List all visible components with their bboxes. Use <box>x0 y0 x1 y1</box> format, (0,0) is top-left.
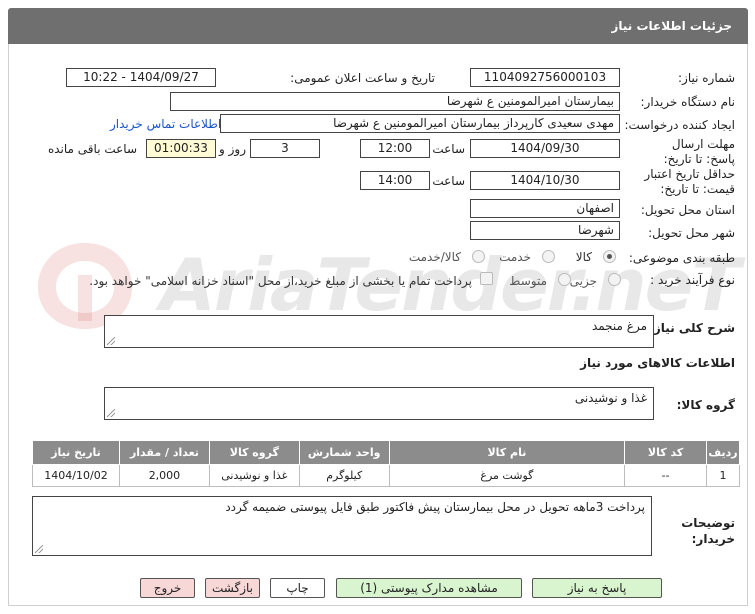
remaining-time-field: 01:00:33 <box>146 139 216 158</box>
col-header-group: گروه کالا <box>208 440 300 465</box>
validity-date-field: 1404/10/30 <box>470 171 620 190</box>
cell-need-date: 1404/10/02 <box>31 464 121 487</box>
buyer-org-field: بیمارستان امیرالمومنین ع شهرضا <box>170 92 620 111</box>
treasury-note: پرداخت تمام یا بخشی از مبلغ خرید،از محل … <box>89 274 472 288</box>
deadline-label: مهلت ارسال پاسخ: تا تاریخ: <box>663 137 735 166</box>
reply-button[interactable]: پاسخ به نیاز <box>532 578 662 598</box>
process-option-minor: جزیی <box>569 274 597 288</box>
goods-group-label: گروه کالا: <box>676 398 735 412</box>
city-label: شهر محل تحویل: <box>648 226 735 240</box>
goods-table: ردیف کد کالا نام کالا واحد شمارش گروه کا… <box>31 440 740 487</box>
category-radio-goods-service[interactable] <box>472 250 485 263</box>
col-header-name: نام کالا <box>388 440 626 465</box>
resize-handle-icon[interactable] <box>35 545 43 553</box>
page-title: جزئیات اطلاعات نیاز <box>611 19 732 33</box>
process-label: نوع فرآیند خرید : <box>650 273 735 287</box>
back-button[interactable]: بازگشت <box>205 578 260 598</box>
treasury-checkbox[interactable] <box>480 272 493 285</box>
category-option-goods-service: کالا/خدمت <box>408 250 461 264</box>
category-label: طبقه بندی موضوعی: <box>628 251 735 265</box>
cell-group: غذا و نوشیدنی <box>208 464 300 487</box>
creator-label: ایجاد کننده درخواست: <box>624 118 735 132</box>
creator-field: مهدی سعیدی کارپرداز بیمارستان امیرالمومن… <box>220 114 620 133</box>
table-header-row: ردیف کد کالا نام کالا واحد شمارش گروه کا… <box>31 440 740 465</box>
goods-group-textarea: غذا و نوشیدنی <box>104 387 654 420</box>
validity-label: حداقل تاریخ اعتبار قیمت: تا تاریخ: <box>644 167 735 196</box>
summary-label: شرح کلی نیاز: <box>649 321 735 335</box>
buyer-org-label: نام دستگاه خریدار: <box>640 95 736 109</box>
province-field: اصفهان <box>470 199 620 218</box>
days-field: 3 <box>250 139 320 158</box>
resize-handle-icon[interactable] <box>107 409 115 417</box>
deadline-date-field: 1404/09/30 <box>470 139 620 158</box>
cell-name: گوشت مرغ <box>388 464 626 487</box>
category-radio-service[interactable] <box>542 250 555 263</box>
days-label: روز و <box>219 142 246 156</box>
col-header-row-number: ردیف <box>706 440 740 465</box>
print-button[interactable]: چاپ <box>270 578 325 598</box>
announce-field: 1404/09/27 - 10:22 <box>66 68 216 87</box>
col-header-code: کد کالا <box>624 440 708 465</box>
page-header: جزئیات اطلاعات نیاز <box>8 8 748 44</box>
buyer-notes-label: توضیحات خریدار: <box>681 516 735 546</box>
validity-time-label: ساعت <box>432 174 465 188</box>
summary-textarea: مرغ منجمد <box>104 315 654 348</box>
announce-label: تاریخ و ساعت اعلان عمومی: <box>290 71 435 85</box>
need-number-label: شماره نیاز: <box>678 71 735 85</box>
attachments-button[interactable]: مشاهده مدارک پیوستی (1) <box>336 578 522 598</box>
table-row[interactable]: 1 -- گوشت مرغ کیلوگرم غذا و نوشیدنی 2,00… <box>31 464 740 487</box>
process-radio-medium[interactable] <box>558 273 571 286</box>
contact-info-link[interactable]: اطلاعات تماس خریدار <box>110 117 221 131</box>
goods-group-text: غذا و نوشیدنی <box>574 391 647 405</box>
city-field: شهرضا <box>470 221 620 240</box>
buyer-notes-text: پرداخت 3ماهه تحویل در محل بیمارستان پیش … <box>225 500 645 514</box>
summary-text: مرغ منجمد <box>591 319 647 333</box>
process-option-medium: متوسط <box>509 274 547 288</box>
col-header-need-date: تاریخ نیاز <box>31 440 121 465</box>
validity-time-field: 14:00 <box>360 171 430 190</box>
goods-info-title: اطلاعات کالاهای مورد نیاز <box>580 356 735 370</box>
resize-handle-icon[interactable] <box>107 337 115 345</box>
category-option-goods: کالا <box>575 250 592 264</box>
process-radio-minor[interactable] <box>608 273 621 286</box>
province-label: استان محل تحویل: <box>640 203 735 217</box>
category-option-service: خدمت <box>499 250 531 264</box>
remaining-label: ساعت باقی مانده <box>47 142 137 156</box>
need-number-field: 1104092756000103 <box>470 68 620 87</box>
deadline-time-field: 12:00 <box>360 139 430 158</box>
deadline-time-label: ساعت <box>432 142 465 156</box>
buyer-notes-textarea: پرداخت 3ماهه تحویل در محل بیمارستان پیش … <box>32 496 652 556</box>
cell-code: -- <box>624 464 708 487</box>
col-header-unit: واحد شمارش <box>298 440 390 465</box>
col-header-quantity: تعداد / مقدار <box>119 440 210 465</box>
exit-button[interactable]: خروج <box>140 578 195 598</box>
category-radio-goods[interactable] <box>603 250 616 263</box>
cell-row-number: 1 <box>706 464 740 487</box>
cell-unit: کیلوگرم <box>298 464 390 487</box>
cell-quantity: 2,000 <box>119 464 210 487</box>
